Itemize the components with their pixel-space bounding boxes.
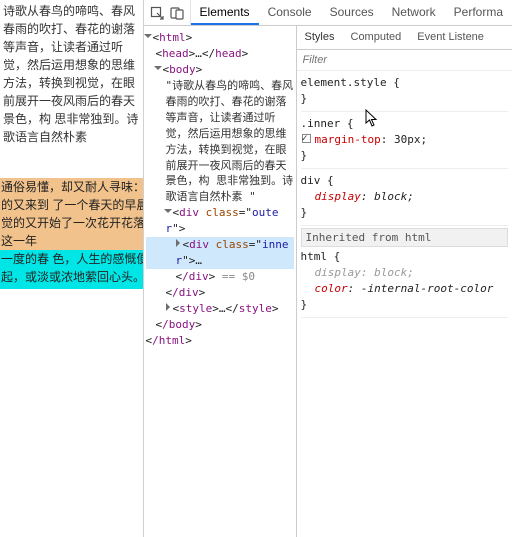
inner-div: 通俗易懂，却又耐人寻味：不知不觉的又来到 了一个春天的早晨，不知不觉的又开始了一… [0, 178, 143, 250]
rule-element-style[interactable]: element.style {} [301, 73, 508, 112]
dom-text-node[interactable]: "诗歌从春鸟的啼鸣、春风春雨的吹打、春花的谢落等声音，让读者通过听觉，然后运用想… [146, 78, 294, 206]
styles-tab-computed[interactable]: Computed [343, 26, 410, 49]
rendered-page: 诗歌从春鸟的啼鸣、春风春雨的吹打、春花的谢落等声音，让读者通过听觉，然后运用想象… [0, 0, 143, 537]
devtools-tabbar: Elements Console Sources Network Perform… [144, 0, 512, 26]
rule-div[interactable]: div { display: block; } [301, 171, 508, 226]
rule-html[interactable]: html { display: block; color: -internal-… [301, 247, 508, 318]
outer-rest-text: 一度的春 色，人生的感慨便会油然而起，或淡或浓地萦回心头。 [0, 250, 143, 289]
outer-div: 通俗易懂，却又耐人寻味：不知不觉的又来到 了一个春天的早晨，不知不觉的又开始了一… [0, 178, 143, 289]
tab-sources[interactable]: Sources [321, 0, 383, 25]
dom-style[interactable]: <style>…</style> [146, 301, 294, 317]
inherited-from-bar: Inherited from html [301, 228, 508, 248]
prop-display-html[interactable]: display: block; [301, 265, 508, 281]
dom-outer-open[interactable]: <div class="outer"> [146, 205, 294, 237]
dom-inner-selected[interactable]: <div class="inner">… [146, 237, 294, 269]
rule-inner[interactable]: .inner { margin-top: 30px; } [301, 114, 508, 169]
inspect-icon[interactable] [150, 6, 164, 20]
prop-checkbox[interactable] [302, 134, 311, 143]
app-root: 诗歌从春鸟的啼鸣、春风春雨的吹打、春花的谢落等声音，让读者通过听觉，然后运用想象… [0, 0, 512, 537]
styles-filter-row [297, 50, 512, 71]
styles-filter-input[interactable] [297, 50, 512, 70]
dom-body-open[interactable]: <body> [146, 62, 294, 78]
prop-color-html[interactable]: color: -internal-root-color [301, 281, 508, 297]
tab-console[interactable]: Console [259, 0, 321, 25]
dom-html-open[interactable]: <html> [146, 30, 294, 46]
prop-display-div[interactable]: display: block; [301, 189, 508, 205]
devtools: Elements Console Sources Network Perform… [143, 0, 512, 537]
styles-tab-styles[interactable]: Styles [297, 26, 343, 49]
styles-tab-eventlisteners[interactable]: Event Listene [409, 26, 492, 49]
dom-inner-close[interactable]: </div> == $0 [146, 269, 294, 285]
dom-head[interactable]: <head>…</head> [146, 46, 294, 62]
tab-performance[interactable]: Performa [445, 0, 512, 25]
dom-html-close[interactable]: </html> [146, 333, 294, 349]
page-paragraph: 诗歌从春鸟的啼鸣、春风春雨的吹打、春花的谢落等声音，让读者通过听觉，然后运用想象… [0, 0, 143, 148]
dom-body-close[interactable]: </body> [146, 317, 294, 333]
elements-panel[interactable]: <html> <head>…</head> <body> "诗歌从春鸟的啼鸣、春… [144, 26, 297, 537]
styles-tabbar: Styles Computed Event Listene [297, 26, 512, 50]
tab-network[interactable]: Network [383, 0, 445, 25]
devtools-toolbar-icons [144, 0, 191, 25]
tab-elements[interactable]: Elements [191, 0, 259, 25]
dom-outer-close[interactable]: </div> [146, 285, 294, 301]
devtools-body: <html> <head>…</head> <body> "诗歌从春鸟的啼鸣、春… [144, 26, 512, 537]
device-toggle-icon[interactable] [170, 6, 184, 20]
styles-rules[interactable]: element.style {} .inner { margin-top: 30… [297, 71, 512, 537]
styles-panel: Styles Computed Event Listene element.st… [297, 26, 512, 537]
prop-margin-top[interactable]: margin-top: 30px; [301, 132, 508, 148]
